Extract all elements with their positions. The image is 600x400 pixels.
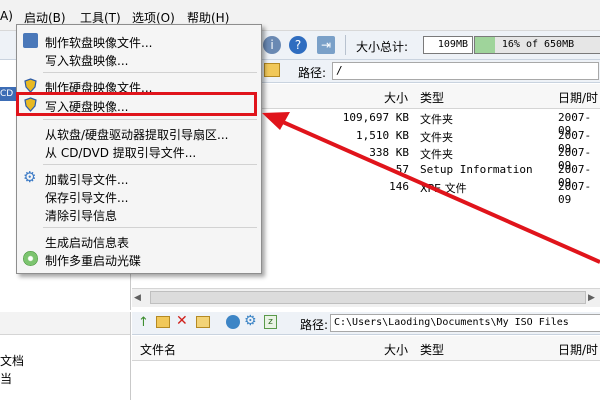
disc-icon — [23, 251, 38, 266]
row-size: 338 KB — [369, 146, 409, 159]
toolbar-divider — [345, 35, 346, 55]
scroll-left-icon[interactable]: ◀ — [134, 293, 141, 303]
new-folder-icon[interactable] — [156, 316, 170, 328]
exit-icon[interactable]: ⇥ — [317, 36, 335, 54]
top-path-field[interactable]: / — [332, 62, 599, 80]
menu-separator — [43, 164, 257, 165]
rename-icon[interactable] — [196, 316, 210, 328]
scrollbar-thumb[interactable] — [150, 291, 586, 304]
menu-item-file[interactable]: A) — [0, 9, 13, 23]
up-arrow-icon[interactable]: ↑ — [138, 315, 149, 330]
column-date[interactable]: 日期/时 — [558, 341, 598, 358]
row-size: 57 — [395, 163, 409, 176]
bottom-path-field[interactable]: C:\Users\Laoding\Documents\My ISO Files — [330, 314, 600, 332]
menu-load-boot-file[interactable]: ⚙ 加载引导文件... — [17, 168, 261, 188]
file-icon[interactable]: z — [264, 315, 277, 329]
properties-icon[interactable]: i — [263, 36, 281, 54]
gear-icon: ⚙ — [23, 168, 37, 186]
menu-item-label: 从 CD/DVD 提取引导文件... — [45, 146, 197, 160]
row-size: 109,697 KB — [342, 111, 409, 124]
size-total-field: 109MB — [423, 36, 473, 54]
menu-item-label: 写入软盘映像... — [45, 54, 129, 68]
capacity-progress-bar[interactable]: 16% of 650MB — [474, 36, 600, 54]
column-filename[interactable]: 文件名 — [140, 341, 176, 358]
menu-generate-boot-table[interactable]: 生成启动信息表 — [17, 231, 261, 251]
row-type: XPE 文件 — [420, 182, 467, 195]
top-path-label: 路径: — [298, 66, 327, 80]
row-type: Setup Information — [420, 163, 533, 176]
menu-separator — [43, 72, 257, 73]
bottom-table-header: 文件名 大小 类型 日期/时 — [132, 336, 600, 361]
row-type: 文件夹 — [420, 148, 453, 161]
floppy-icon — [23, 33, 38, 48]
bottom-path-bar: ↑ ✕ ⚙ z 路径: C:\Users\Laoding\Documents\M… — [132, 312, 600, 335]
delete-icon[interactable]: ✕ — [176, 313, 188, 329]
column-date[interactable]: 日期/时 — [558, 89, 598, 106]
refresh-icon[interactable] — [226, 315, 240, 329]
tree-item-current[interactable]: 当 — [0, 370, 12, 387]
menu-save-boot-file[interactable]: 保存引导文件... — [17, 186, 261, 206]
row-type: 文件夹 — [420, 113, 453, 126]
menu-clear-boot-info[interactable]: 清除引导信息 — [17, 204, 261, 224]
capacity-progress-text: 16% of 650MB — [501, 39, 575, 50]
column-type[interactable]: 类型 — [420, 341, 444, 358]
highlight-box — [16, 92, 257, 116]
size-total-label: 大小总计: — [356, 40, 409, 54]
horizontal-scrollbar[interactable]: ◀ ▶ — [132, 288, 600, 307]
folder-icon[interactable] — [264, 63, 280, 77]
row-size: 1,510 KB — [356, 129, 409, 142]
menu-extract-boot-sector[interactable]: 从软盘/硬盘驱动器提取引导扇区... — [17, 123, 261, 143]
column-size[interactable]: 大小 — [384, 341, 408, 358]
row-date: 2007-09 — [558, 180, 592, 206]
tree-item-cd[interactable]: CD — [0, 87, 16, 101]
top-path-bar: 路径: / — [260, 60, 600, 83]
column-type[interactable]: 类型 — [420, 89, 444, 106]
menu-write-floppy-image[interactable]: 写入软盘映像... — [17, 49, 261, 69]
menu-separator — [43, 119, 257, 120]
row-type: 文件夹 — [420, 131, 453, 144]
tree-item-documents[interactable]: 文档 — [0, 352, 24, 369]
menu-item-label: 制作多重启动光碟 — [45, 254, 142, 268]
menu-item-label: 清除引导信息 — [45, 209, 118, 223]
help-icon[interactable]: ? — [289, 36, 307, 54]
shield-icon — [23, 78, 38, 93]
menu-separator — [43, 227, 257, 228]
menu-create-floppy-image[interactable]: 制作软盘映像文件... — [17, 31, 261, 51]
settings-gear-icon[interactable]: ⚙ — [244, 313, 257, 329]
boot-dropdown-menu: 制作软盘映像文件... 写入软盘映像... 制作硬盘映像文件... 写入硬盘映像… — [16, 24, 262, 274]
scroll-right-icon[interactable]: ▶ — [588, 293, 595, 303]
column-size[interactable]: 大小 — [384, 89, 408, 106]
row-size: 146 — [389, 180, 409, 193]
menu-extract-boot-file[interactable]: 从 CD/DVD 提取引导文件... — [17, 141, 261, 161]
menu-create-multiboot-disc[interactable]: 制作多重启动光碟 — [17, 249, 261, 269]
bottom-path-label: 路径: — [300, 318, 329, 332]
left-bottom-header — [0, 312, 130, 335]
